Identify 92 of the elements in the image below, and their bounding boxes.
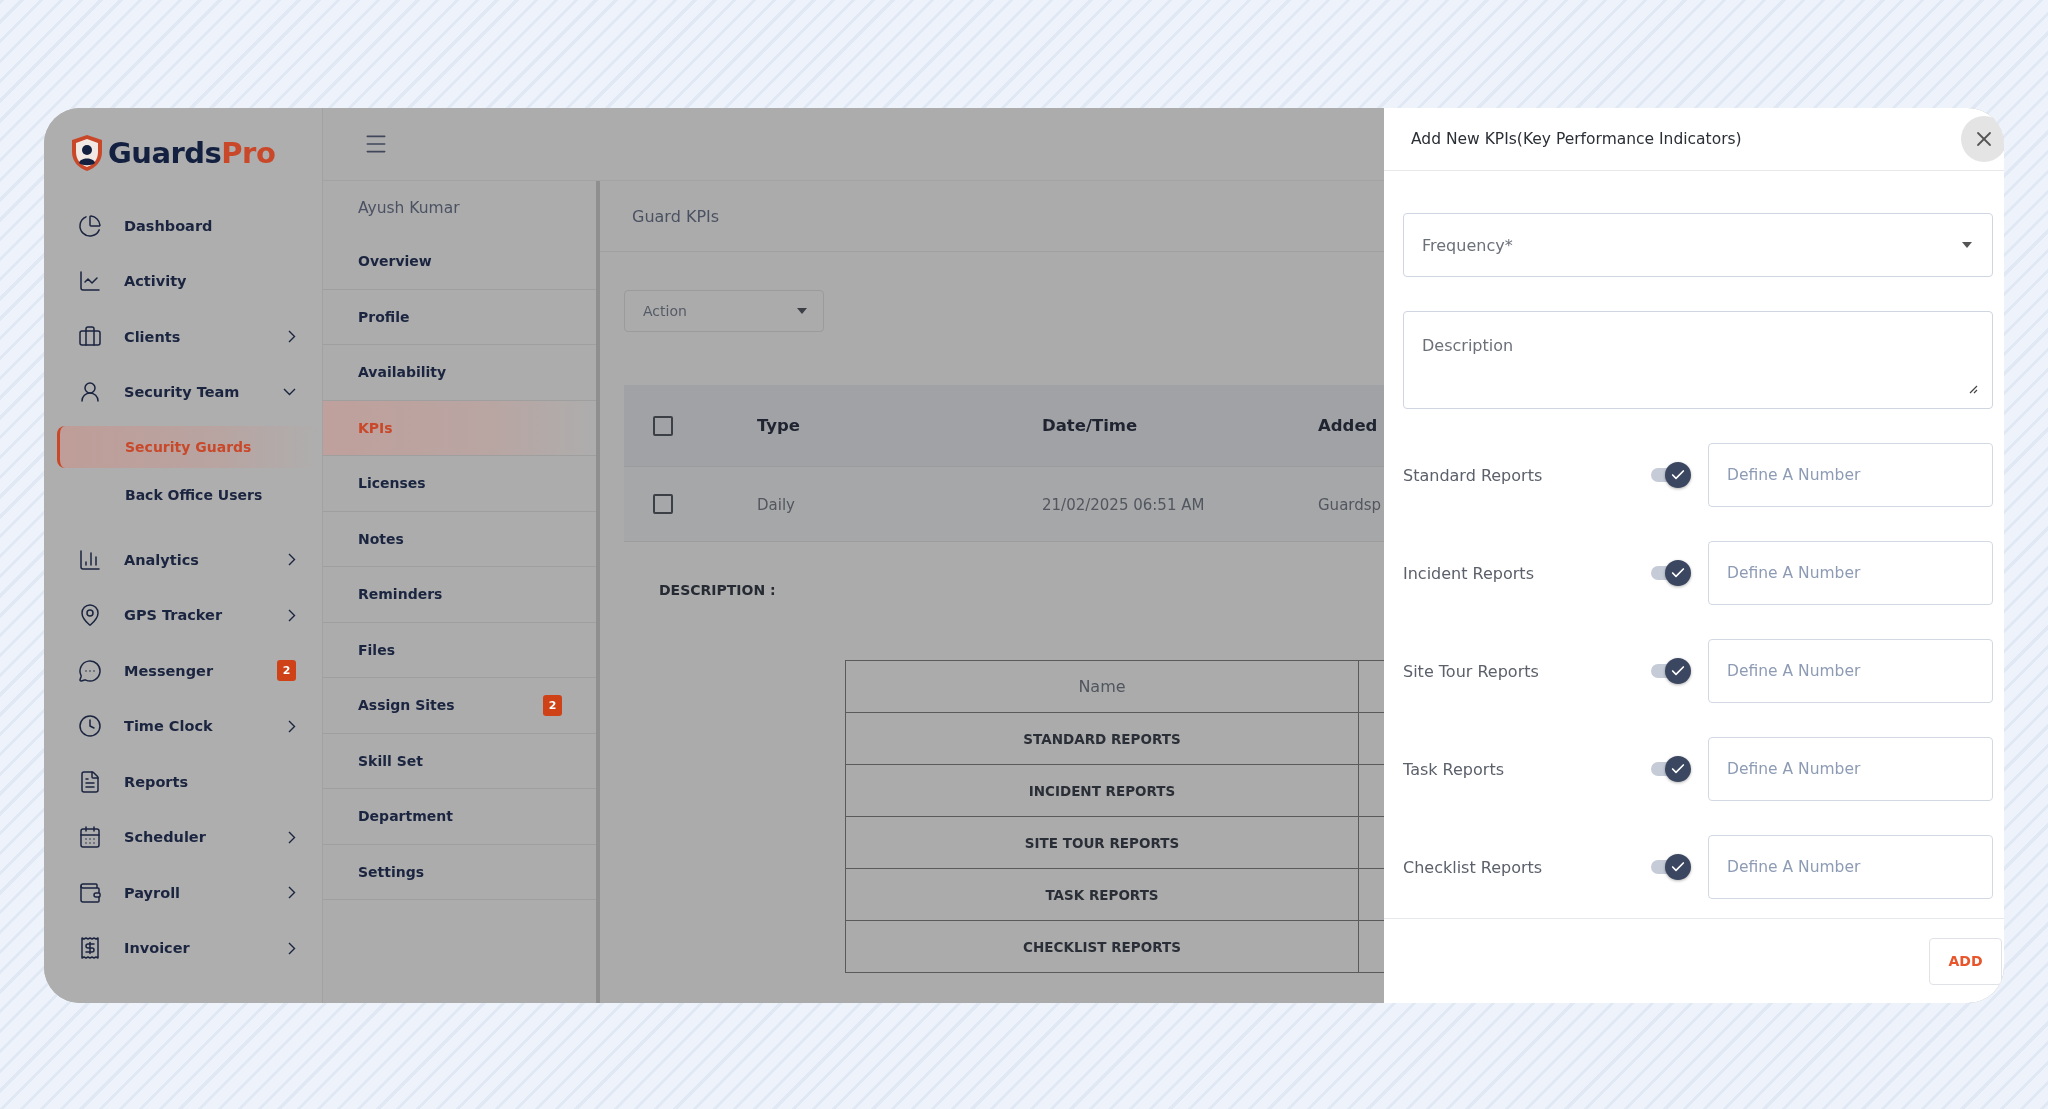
profile-menu-item[interactable]: Licenses (323, 456, 596, 512)
column-header: Date/Time (1042, 416, 1138, 435)
menu-label: Settings (358, 863, 425, 880)
caret-icon (1962, 242, 1972, 248)
row-checkbox[interactable] (653, 494, 673, 514)
calendar-icon (78, 825, 102, 850)
shield-logo-icon (70, 134, 104, 172)
nav-item[interactable]: Analytics (44, 532, 322, 588)
nav-item[interactable]: Reports (44, 754, 322, 810)
menu-label: Notes (358, 530, 404, 547)
column-header: Name (845, 660, 1359, 713)
profile-menu-item[interactable]: Files (323, 622, 596, 678)
table-cell: 21/02/2025 06:51 AM (1042, 495, 1205, 514)
nav-item[interactable]: Payroll (44, 865, 322, 921)
bar-chart-icon (78, 547, 102, 572)
table-cell: TASK REPORTS (845, 868, 1359, 921)
nav-item[interactable]: Time Clock (44, 698, 322, 754)
number-input[interactable]: Define A Number (1708, 639, 1993, 703)
column-header: Added (1318, 416, 1378, 435)
report-label: Site Tour Reports (1403, 661, 1540, 681)
close-button[interactable] (1961, 116, 2004, 162)
nav-item[interactable]: Scheduler (44, 809, 322, 865)
count-badge: 2 (277, 660, 296, 682)
toggle-switch[interactable] (1649, 852, 1693, 882)
column-header: Type (757, 416, 801, 435)
menu-label: Department (358, 808, 453, 825)
menu-label: Reminders (358, 586, 443, 603)
user-name: Ayush Kumar (357, 197, 461, 219)
table-cell: STANDARD REPORTS (845, 712, 1359, 765)
count-badge: 2 (543, 694, 562, 716)
pie-chart-icon (78, 213, 102, 238)
menu-label: Assign Sites (358, 697, 455, 714)
toggle-switch[interactable] (1649, 460, 1693, 490)
menu-label: Availability (358, 364, 447, 381)
receipt-icon (78, 936, 102, 961)
logo-text: GuardsPro (108, 136, 276, 170)
nav-item[interactable]: Invoicer (44, 920, 322, 976)
number-input[interactable]: Define A Number (1708, 835, 1993, 899)
table-cell: CHECKLIST REPORTS (845, 920, 1359, 973)
nav-item[interactable]: Security Team (44, 364, 322, 420)
line-chart-icon (78, 269, 102, 294)
nav-item[interactable]: Dashboard (44, 198, 322, 254)
chat-bubble-icon (78, 658, 102, 683)
menu-label: Licenses (358, 475, 426, 492)
menu-label: Overview (358, 253, 432, 270)
toggle-switch[interactable] (1649, 656, 1693, 686)
menu-label: Files (358, 641, 395, 658)
caret-icon (797, 308, 807, 314)
menu-label: Skill Set (358, 752, 423, 769)
section-title: Guard KPIs (632, 206, 720, 226)
table-cell: SITE TOUR REPORTS (845, 816, 1359, 869)
report-label: Standard Reports (1403, 465, 1544, 485)
description-label: DESCRIPTION : (659, 582, 776, 598)
menu-label: KPIs (358, 419, 393, 436)
document-icon (78, 769, 102, 794)
nav-item[interactable]: Messenger 2 (44, 643, 322, 699)
description-field[interactable]: Description (1403, 311, 1993, 409)
profile-menu-item[interactable]: Profile (323, 289, 596, 345)
resize-handle-icon (1969, 385, 1978, 394)
profile-menu-item[interactable]: Assign Sites 2 (323, 678, 596, 734)
toggle-switch[interactable] (1649, 558, 1693, 588)
briefcase-icon (78, 324, 102, 349)
report-label: Checklist Reports (1403, 857, 1544, 877)
select-all-checkbox[interactable] (653, 415, 673, 436)
map-pin-icon (78, 603, 102, 628)
profile-menu-item[interactable]: Overview (323, 234, 596, 290)
profile-menu-item[interactable]: Skill Set (323, 733, 596, 789)
profile-menu-item[interactable]: Availability (323, 345, 596, 401)
clock-icon (78, 714, 102, 739)
profile-menu-item[interactable]: Reminders (323, 567, 596, 623)
number-input[interactable]: Define A Number (1708, 541, 1993, 605)
number-input[interactable]: Define A Number (1708, 443, 1993, 507)
nav-subitem[interactable]: Back Office Users (57, 472, 322, 518)
frequency-select[interactable]: Frequency* (1403, 213, 1993, 277)
nav-item[interactable]: Activity (44, 253, 322, 309)
profile-menu-item[interactable]: Department (323, 789, 596, 845)
wallet-icon (78, 880, 102, 905)
toggle-switch[interactable] (1649, 754, 1693, 784)
report-label: Incident Reports (1403, 563, 1535, 583)
number-input[interactable]: Define A Number (1708, 737, 1993, 801)
menu-label: Profile (358, 308, 410, 325)
nav-item[interactable]: Clients (44, 309, 322, 365)
profile-menu-item[interactable]: Settings (323, 844, 596, 900)
add-button[interactable]: ADD (1929, 937, 2002, 985)
table-cell: Daily (757, 495, 795, 514)
table-cell: INCIDENT REPORTS (845, 764, 1359, 817)
profile-menu-item[interactable]: Notes (323, 511, 596, 567)
nav-item[interactable]: GPS Tracker (44, 587, 322, 643)
person-icon (78, 380, 102, 405)
report-label: Task Reports (1403, 759, 1505, 779)
drawer-title: Add New KPIs(Key Performance Indicators) (1411, 130, 1742, 148)
table-cell: Guardsp (1318, 495, 1382, 514)
